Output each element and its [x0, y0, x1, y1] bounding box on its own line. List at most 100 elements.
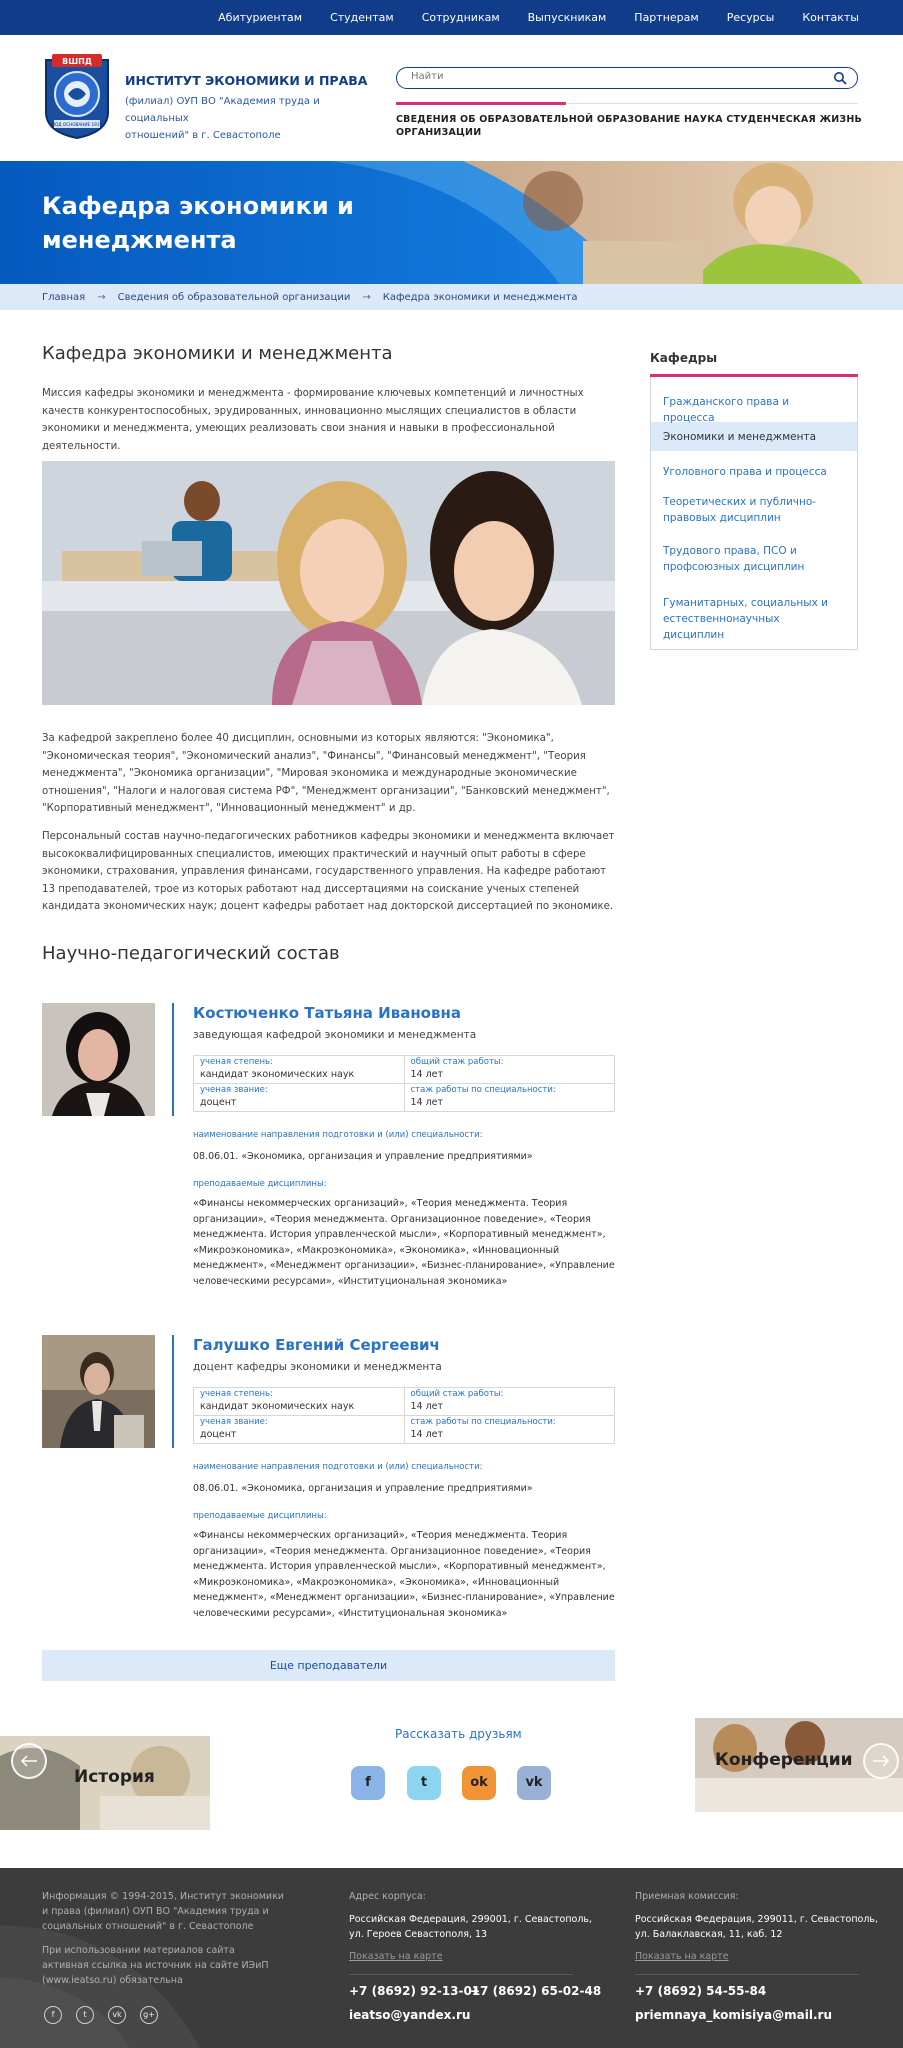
spec-exp-cell: стаж работы по специальности: 14 лет	[403, 1083, 615, 1112]
footer-admission-address-1: Российская Федерация, 299011, г. Севасто…	[635, 1914, 879, 1925]
footer-google-plus-icon[interactable]: g+	[140, 2006, 158, 2024]
page-title: Кафедра экономики и менеджмента	[42, 343, 393, 364]
rank-label: ученая звание:	[200, 1417, 268, 1427]
institute-subtitle-2: отношений" в г. Севастополе	[125, 130, 281, 141]
disciplines-label: преподаваемые дисциплины:	[193, 1179, 327, 1189]
disciplines-label: преподаваемые дисциплины:	[193, 1511, 327, 1521]
footer-twitter-icon[interactable]: t	[76, 2006, 94, 2024]
hero-title-line2: менеджмента	[42, 226, 237, 254]
staff-role: заведующая кафедрой экономики и менеджме…	[193, 1029, 477, 1041]
sidebar-item-criminal-law[interactable]: Уголовного права и процесса	[663, 464, 843, 480]
twitter-icon[interactable]: t	[407, 1766, 441, 1800]
nav-divider	[396, 102, 858, 105]
card-accent-bar	[172, 1335, 174, 1448]
top-nav-partners[interactable]: Партнерам	[634, 11, 698, 24]
students-photo	[42, 461, 615, 705]
rank-label: ученая звание:	[200, 1085, 268, 1095]
institute-logo[interactable]: ВШПД ПОД ОСНОВАНИЕ 1919	[42, 52, 112, 140]
footer-vk-icon[interactable]: vk	[108, 2006, 126, 2024]
logo-caption: ПОД ОСНОВАНИЕ 1919	[52, 122, 103, 127]
breadcrumb-about[interactable]: Сведения об образовательной организации	[118, 292, 351, 303]
top-nav-graduates[interactable]: Выпускникам	[528, 11, 607, 24]
staff-name[interactable]: Костюченко Татьяна Ивановна	[193, 1004, 461, 1022]
sidebar-item-humanities[interactable]: Гуманитарных, социальных и естественнона…	[663, 595, 843, 643]
vk-icon[interactable]: vk	[517, 1766, 551, 1800]
footer-address-title: Адрес корпуса:	[349, 1891, 426, 1902]
staff-card: Галушко Евгений Сергеевич доцент кафедры…	[42, 1335, 616, 1625]
footer-admission-title: Приемная комиссия:	[635, 1891, 739, 1902]
footer-email-2[interactable]: priemnaya_komisiya@mail.ru	[635, 2008, 832, 2022]
total-exp-value: 14 лет	[410, 1401, 444, 1412]
more-teachers-button[interactable]: Еще преподаватели	[42, 1650, 615, 1681]
sidebar-item-economics[interactable]: Экономики и менеджмента	[663, 429, 843, 445]
sidebar-item-civil-law[interactable]: Гражданского права и процесса	[663, 394, 843, 426]
top-nav-contacts[interactable]: Контакты	[802, 11, 859, 24]
top-nav-resources[interactable]: Ресурсы	[727, 11, 775, 24]
odnoklassniki-icon[interactable]: ok	[462, 1766, 496, 1800]
footer-divider	[349, 1974, 573, 1975]
direction-value: 08.06.01. «Экономика, организация и упра…	[193, 1483, 533, 1494]
disciplines-text: За кафедрой закреплено более 40 дисципли…	[42, 733, 610, 814]
breadcrumb: Главная → Сведения об образовательной ор…	[0, 284, 903, 310]
arrow-right-icon	[873, 1755, 890, 1767]
vk-icon-glyph: vk	[525, 1775, 543, 1790]
footer-copyright: Информация © 1994-2015, Институт экономи…	[42, 1891, 284, 1932]
slider-next-button[interactable]	[863, 1743, 899, 1779]
footer-map-link-2[interactable]: Показать на карте	[635, 1951, 729, 1962]
nav-student-life[interactable]: СТУДЕНЧЕСКАЯ ЖИЗНЬ	[726, 113, 862, 139]
nav-about-organization[interactable]: СВЕДЕНИЯ ОБ ОБРАЗОВАТЕЛЬНОЙ ОРГАНИЗАЦИИ	[396, 113, 593, 139]
departments-menu: Гражданского права и процесса Экономики …	[650, 377, 858, 650]
footer-map-link[interactable]: Показать на карте	[349, 1951, 443, 1962]
top-bar: Абитуриентам Студентам Сотрудникам Выпус…	[0, 0, 903, 35]
top-nav-applicants[interactable]: Абитуриентам	[218, 11, 302, 24]
staff-name[interactable]: Галушко Евгений Сергеевич	[193, 1336, 440, 1354]
nav-about-line1: СВЕДЕНИЯ ОБ ОБРАЗОВАТЕЛЬНОЙ	[396, 114, 594, 125]
slider-prev-button[interactable]	[11, 1743, 47, 1779]
institute-name: ИНСТИТУТ ЭКОНОМИКИ И ПРАВА (филиал) ОУП …	[125, 73, 375, 144]
main-nav: СВЕДЕНИЯ ОБ ОБРАЗОВАТЕЛЬНОЙ ОРГАНИЗАЦИИ …	[396, 113, 862, 139]
breadcrumb-home[interactable]: Главная	[42, 292, 85, 303]
sidebar-item-theoretical[interactable]: Теоретических и публично-правовых дисцип…	[663, 494, 843, 526]
spec-exp-label: стаж работы по специальности:	[410, 1085, 556, 1095]
nav-science[interactable]: НАУКА	[684, 113, 723, 139]
footer-note: При использовании материалов сайта актив…	[42, 1945, 269, 1986]
top-nav-staff[interactable]: Сотрудникам	[422, 11, 500, 24]
facebook-icon-glyph: f	[365, 1775, 371, 1790]
staff-photo	[42, 1003, 155, 1116]
arrow-right-icon: →	[97, 291, 106, 303]
degree-cell: ученая степень: кандидат экономических на…	[193, 1387, 405, 1416]
top-nav: Абитуриентам Студентам Сотрудникам Выпус…	[218, 0, 859, 35]
footer-divider	[635, 1974, 859, 1975]
rank-cell: ученая звание: доцент	[193, 1415, 405, 1444]
staff-photo	[42, 1335, 155, 1448]
sidebar-item-labor-law[interactable]: Трудового права, ПСО и профсоюзных дисци…	[663, 543, 843, 575]
nav-education[interactable]: ОБРАЗОВАНИЕ	[597, 113, 681, 139]
total-exp-cell: общий стаж работы: 14 лет	[403, 1387, 615, 1416]
spec-exp-label: стаж работы по специальности:	[410, 1417, 556, 1427]
search-input[interactable]	[411, 71, 811, 82]
facebook-icon[interactable]: f	[351, 1766, 385, 1800]
site-header: ВШПД ПОД ОСНОВАНИЕ 1919 ИНСТИТУТ ЭКОНОМИ…	[0, 35, 903, 161]
arrow-right-icon: →	[362, 291, 371, 303]
degree-label: ученая степень:	[200, 1389, 273, 1399]
footer-phone-1[interactable]: +7 (8692) 92-13-01	[349, 1984, 480, 1998]
institute-subtitle-1: (филиал) ОУП ВО "Академия труда и социал…	[125, 96, 320, 124]
footer-phone-2[interactable]: +7 (8692) 65-02-48	[470, 1984, 601, 1998]
total-exp-label: общий стаж работы:	[410, 1389, 504, 1399]
total-exp-cell: общий стаж работы: 14 лет	[403, 1055, 615, 1084]
odnoklassniki-icon-glyph: ok	[470, 1775, 488, 1790]
hero-photo	[463, 161, 903, 284]
top-nav-students[interactable]: Студентам	[330, 11, 394, 24]
conferences-slide-label: Конференции	[715, 1750, 853, 1770]
footer-email-1[interactable]: ieatso@yandex.ru	[349, 2008, 470, 2022]
disciplines-value: «Финансы некоммерческих организаций», «Т…	[193, 1530, 615, 1619]
degree-cell: ученая степень: кандидат экономических на…	[193, 1055, 405, 1084]
hero-title: Кафедра экономики и менеджмента	[42, 189, 354, 257]
search-box	[396, 67, 858, 89]
footer-facebook-icon[interactable]: f	[44, 2006, 62, 2024]
share-title: Рассказать друзьям	[395, 1727, 522, 1741]
staff-section-title: Научно-педагогический состав	[42, 943, 340, 964]
footer-phone-3[interactable]: +7 (8692) 54-55-84	[635, 1984, 766, 1998]
footer-address-2: ул. Героев Севастополя, 13	[349, 1929, 488, 1940]
search-icon[interactable]	[833, 71, 847, 85]
